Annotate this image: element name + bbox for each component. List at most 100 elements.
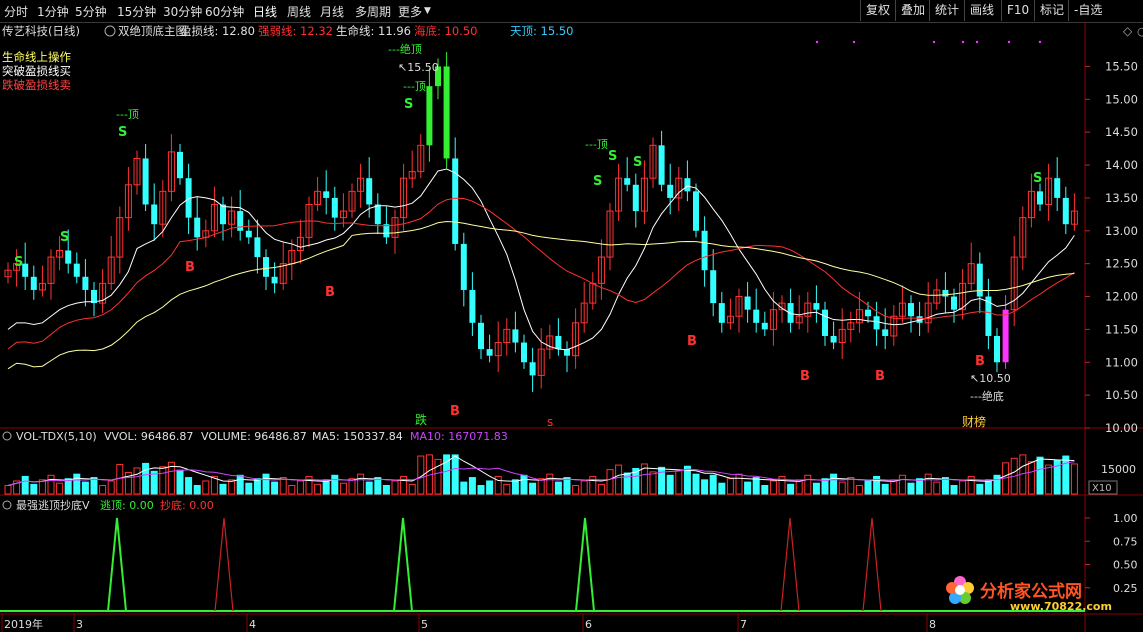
volume-bar (451, 454, 459, 495)
strength-line (7, 197, 1075, 350)
candle-body (366, 178, 373, 205)
volume-bar (769, 480, 777, 495)
toolbar-button-5[interactable]: 标记 (1034, 0, 1069, 21)
volume-bar (546, 473, 554, 495)
candle-body (254, 237, 261, 258)
candle-body (30, 276, 37, 290)
date-label-2: 4 (249, 618, 256, 631)
period-tab-6[interactable]: 日线 (253, 3, 277, 20)
volume-bar (253, 478, 261, 495)
s-mark-2: S (118, 125, 127, 140)
vol-legend-item-1: VOLUME: 96486.87 (201, 430, 307, 443)
main-legend-item-1: 强弱线: 12.32 (258, 24, 333, 38)
signal-spike-1 (214, 517, 234, 612)
volume-bar (219, 483, 227, 495)
candle-body (151, 204, 158, 225)
sub-tick-label-2: 0.50 (1113, 559, 1138, 572)
volume-bar (322, 479, 330, 495)
volume-bar (864, 480, 872, 495)
volume-bar (941, 477, 949, 495)
volume-bar (4, 485, 12, 495)
toolbar-button-1[interactable]: 叠加 (895, 0, 930, 21)
period-tab-3[interactable]: 15分钟 (117, 3, 156, 20)
indicator-toggle-icon (104, 25, 116, 37)
cai-label: 财榜 (962, 414, 986, 429)
s-mark-5: S (608, 149, 617, 164)
small-s-mark: s (547, 415, 553, 429)
period-tab-7[interactable]: 周线 (287, 3, 311, 20)
b-mark-2: B (687, 334, 697, 349)
s-mark-3: S (404, 97, 413, 112)
period-tab-1[interactable]: 1分钟 (37, 3, 69, 20)
stock-name: 传艺科技(日线) (2, 24, 80, 38)
volume-bar (30, 483, 38, 495)
volume-bar (812, 482, 820, 495)
volume-bar (21, 475, 29, 495)
dot-mark (852, 40, 856, 44)
candle-body (658, 145, 665, 185)
ding-label-3: ---顶 (585, 138, 608, 151)
price-label-3: 14.00 (1105, 158, 1138, 172)
stock-chart: 15.50 15.00 14.50 14.00 13.50 13.00 12.50 12.00… (0, 22, 1143, 632)
candle-body (1054, 178, 1061, 198)
price-label-6: 12.50 (1105, 257, 1138, 271)
volume-bar (933, 481, 941, 495)
volume-bar (726, 478, 734, 495)
volume-bar (357, 473, 365, 495)
volume-bar (236, 474, 244, 495)
period-tab-2[interactable]: 5分钟 (75, 3, 107, 20)
candle-body (194, 217, 201, 238)
date-label-5: 7 (740, 618, 747, 631)
signal-spike-5 (862, 517, 882, 612)
volume-bar (142, 462, 150, 495)
volume-bar (735, 473, 743, 495)
candle-body (512, 329, 519, 343)
period-tab-4[interactable]: 30分钟 (163, 3, 202, 20)
toolbar-button-4[interactable]: F10 (1001, 0, 1034, 21)
candle-body (142, 158, 149, 205)
period-tab-8[interactable]: 月线 (320, 3, 344, 20)
dot-mark (961, 40, 965, 44)
top-label: ---绝顶 (388, 42, 422, 56)
price-label-8: 11.50 (1105, 322, 1138, 336)
candle-body (761, 322, 768, 330)
circle-icon: ○ (1137, 25, 1143, 38)
toolbar-button-6[interactable]: -自选 (1068, 0, 1107, 21)
dot-mark (975, 40, 979, 44)
candle-body (486, 349, 493, 356)
price-label-7: 12.00 (1105, 290, 1138, 304)
sub-tick-label-1: 0.75 (1113, 535, 1138, 548)
candle-body (976, 263, 983, 297)
period-tab-0[interactable]: 分时 (4, 3, 28, 20)
signal-spike-0 (107, 517, 127, 612)
volume-bar (658, 466, 666, 495)
more-dropdown-icon[interactable]: ▼ (424, 6, 431, 16)
candle-body (237, 211, 244, 231)
candle-body (632, 184, 639, 212)
period-tab-10[interactable]: 更多 (398, 3, 422, 20)
candle-body (521, 342, 527, 363)
volume-bar (709, 474, 717, 495)
volume-bar (47, 474, 55, 495)
main-note-0: 生命线上操作 (2, 50, 71, 64)
flower-icon (946, 576, 974, 604)
volume-bar (107, 480, 115, 495)
bottom-label: ---绝底 (970, 389, 1004, 403)
vol-toggle-icon (2, 431, 12, 441)
candle-body (469, 289, 476, 323)
sub-legend-item-0: 逃顶: 0.00 (100, 499, 154, 512)
toolbar-button-3[interactable]: 画线 (964, 0, 999, 21)
toolbar-button-2[interactable]: 统计 (929, 0, 964, 21)
period-tab-9[interactable]: 多周期 (355, 3, 391, 20)
b-mark-6: B (450, 404, 460, 419)
period-tab-5[interactable]: 60分钟 (205, 3, 244, 20)
volume-bar (245, 482, 253, 495)
candles (4, 51, 1078, 392)
toolbar-button-0[interactable]: 复权 (860, 0, 895, 21)
candle-body (529, 362, 536, 376)
candle-body (460, 243, 467, 290)
dot-mark (932, 40, 936, 44)
vol-legend-item-3: MA10: 167071.83 (410, 430, 508, 443)
volume-bar (503, 483, 511, 495)
sub-name: 最强逃顶抄底V (16, 498, 90, 512)
